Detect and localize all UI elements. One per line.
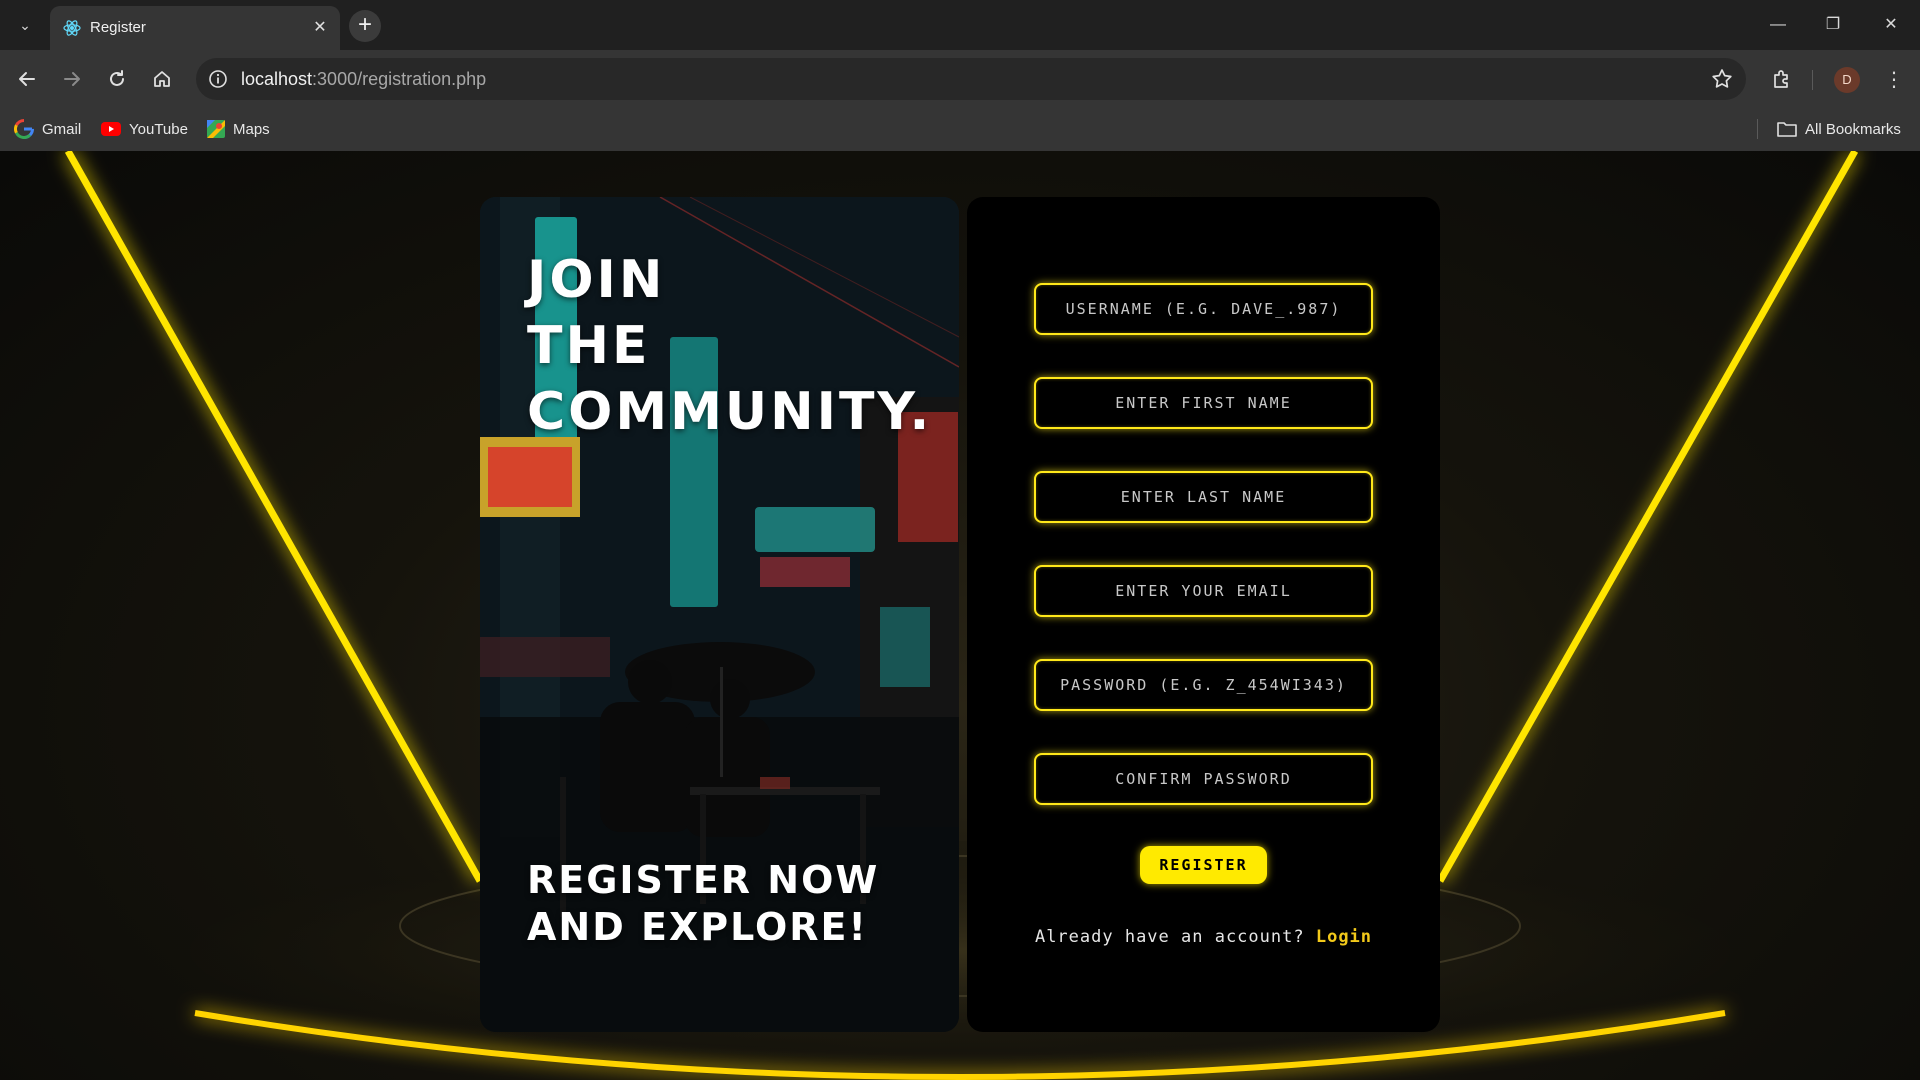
hero-card: JOIN THE COMMUNITY. REGISTER NOW AND EXP… bbox=[480, 197, 959, 1032]
neon-beam-right bbox=[1436, 151, 1859, 883]
address-bar[interactable]: localhost:3000/registration.php bbox=[196, 58, 1746, 100]
neon-beam-left bbox=[64, 151, 484, 883]
email-input[interactable] bbox=[1034, 565, 1373, 617]
new-tab-button[interactable]: + bbox=[349, 10, 381, 42]
login-prompt-text: Already have an account? bbox=[1034, 927, 1305, 947]
registration-form: REGISTER Already have an account? Login bbox=[967, 197, 1440, 1032]
bookmarks-bar: Gmail YouTube Maps All Bookmarks bbox=[0, 107, 1920, 151]
browser-toolbar: localhost:3000/registration.php D ⋮ bbox=[0, 50, 1920, 107]
bookmark-label: Maps bbox=[233, 120, 270, 138]
hero-title-line: COMMUNITY. bbox=[527, 382, 933, 442]
login-prompt: Already have an account? Login bbox=[967, 927, 1440, 947]
stage-platform bbox=[190, 841, 1730, 1061]
url-path: :3000/registration.php bbox=[312, 69, 487, 89]
home-icon bbox=[154, 71, 170, 87]
home-button[interactable] bbox=[146, 63, 178, 95]
bookmark-label: Gmail bbox=[42, 120, 82, 138]
username-input[interactable] bbox=[1034, 283, 1373, 335]
tab-search-chevron-icon[interactable]: ⌄ bbox=[12, 12, 38, 38]
browser-chrome: ⌄ Register ✕ + — ❐ ✕ localhost:3000/regi… bbox=[0, 0, 1920, 151]
toolbar-separator bbox=[1812, 70, 1813, 90]
info-icon bbox=[209, 70, 227, 88]
maps-icon bbox=[207, 120, 225, 138]
bookmarks-separator bbox=[1757, 119, 1758, 139]
reload-icon bbox=[110, 70, 124, 86]
hero-subtitle: REGISTER NOW AND EXPLORE! bbox=[527, 857, 879, 951]
close-window-icon[interactable]: ✕ bbox=[1876, 10, 1906, 40]
bookmark-maps[interactable]: Maps bbox=[207, 117, 270, 141]
all-bookmarks-label: All Bookmarks bbox=[1805, 120, 1901, 138]
gmail-icon bbox=[14, 119, 34, 139]
hero-subtitle-line: AND EXPLORE! bbox=[527, 905, 868, 949]
forward-button[interactable] bbox=[56, 63, 88, 95]
site-info-button[interactable] bbox=[204, 65, 232, 93]
tab-title: Register bbox=[90, 19, 146, 36]
bookmark-label: YouTube bbox=[129, 120, 188, 138]
browser-menu-icon[interactable]: ⋮ bbox=[1880, 65, 1908, 95]
bookmark-gmail[interactable]: Gmail bbox=[14, 117, 81, 141]
first-name-input[interactable] bbox=[1034, 377, 1373, 429]
last-name-input[interactable] bbox=[1034, 471, 1373, 523]
neon-stage-background bbox=[64, 151, 1859, 1080]
hero-title: JOIN THE COMMUNITY. bbox=[527, 247, 932, 445]
password-input[interactable] bbox=[1034, 659, 1373, 711]
restore-icon[interactable]: ❐ bbox=[1818, 10, 1848, 40]
youtube-icon bbox=[101, 122, 121, 136]
forward-arrow-icon bbox=[64, 72, 80, 86]
tab-close-icon[interactable]: ✕ bbox=[310, 18, 330, 38]
folder-icon bbox=[1777, 122, 1797, 137]
back-button[interactable] bbox=[11, 63, 43, 95]
bookmark-star-icon[interactable] bbox=[1710, 67, 1734, 91]
hero-title-line: JOIN bbox=[527, 250, 666, 310]
hero-title-line: THE bbox=[527, 316, 651, 376]
bookmark-youtube[interactable]: YouTube bbox=[101, 117, 188, 141]
back-arrow-icon bbox=[19, 72, 35, 86]
profile-avatar[interactable]: D bbox=[1834, 67, 1860, 93]
react-favicon-icon bbox=[63, 20, 81, 36]
puzzle-icon bbox=[1774, 70, 1788, 88]
reload-button[interactable] bbox=[101, 63, 133, 95]
extensions-button[interactable] bbox=[1766, 63, 1798, 95]
tab-register[interactable]: Register ✕ bbox=[50, 6, 340, 50]
all-bookmarks-button[interactable]: All Bookmarks bbox=[1777, 117, 1901, 141]
tab-bar: ⌄ Register ✕ + — ❐ ✕ bbox=[0, 0, 1920, 50]
login-link[interactable]: Login bbox=[1316, 927, 1372, 947]
registration-page: JOIN THE COMMUNITY. REGISTER NOW AND EXP… bbox=[0, 151, 1920, 1080]
register-button[interactable]: REGISTER bbox=[1140, 846, 1267, 884]
hero-subtitle-line: REGISTER NOW bbox=[527, 858, 880, 902]
confirm-password-input[interactable] bbox=[1034, 753, 1373, 805]
url-text: localhost:3000/registration.php bbox=[241, 69, 486, 89]
url-host: localhost bbox=[241, 69, 313, 89]
minimize-icon[interactable]: — bbox=[1763, 10, 1793, 40]
